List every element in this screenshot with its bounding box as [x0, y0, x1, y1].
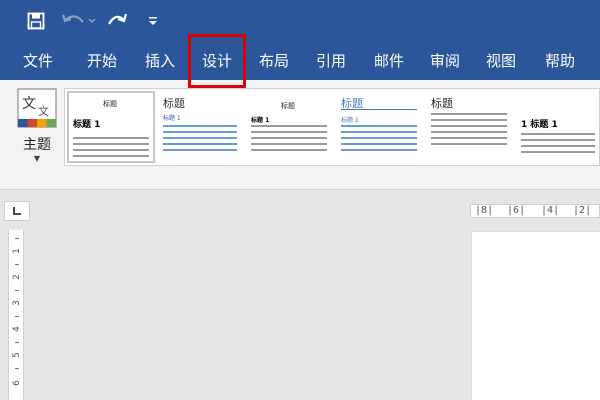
style-heading: 标题 1	[163, 115, 181, 122]
undo-icon	[62, 14, 96, 24]
tab-review[interactable]: 审阅	[416, 42, 474, 80]
style-set-item[interactable]: 标题 标题 1	[67, 91, 155, 163]
tab-selector[interactable]	[4, 201, 30, 221]
style-heading: 标题 1	[73, 120, 101, 130]
ribbon-design-panel: 文 文 主题 ▼ 标题 标题 1 标题 标题 1 标题 标题 1 标题 标题 1…	[0, 80, 600, 190]
tab-file[interactable]: 文件	[10, 42, 66, 80]
style-title: 标题	[103, 100, 117, 108]
tab-home[interactable]: 开始	[74, 42, 130, 80]
style-heading: 标题 1	[341, 117, 359, 124]
style-title: 标题	[431, 97, 453, 110]
save-button[interactable]	[24, 9, 48, 33]
svg-text:文: 文	[38, 104, 49, 118]
themes-button[interactable]: 文 文 主题 ▼	[14, 86, 60, 172]
tab-insert[interactable]: 插入	[132, 42, 188, 80]
customize-quick-access-button[interactable]	[144, 9, 162, 33]
vertical-ruler[interactable]: 1 2 3 4 5 6	[8, 230, 24, 400]
style-set-item[interactable]: 标题 标题 1	[337, 91, 423, 163]
style-set-item[interactable]: 标题 标题 1	[247, 91, 333, 163]
style-title: 标题	[281, 102, 295, 110]
document-page[interactable]	[472, 232, 600, 400]
themes-label: 主题	[23, 137, 51, 153]
themes-icon: 文 文	[17, 88, 57, 128]
tab-references[interactable]: 引用	[302, 42, 360, 80]
style-title: 标题	[163, 97, 185, 110]
tab-help[interactable]: 帮助	[530, 42, 590, 80]
left-tab-stop-icon	[13, 207, 21, 215]
chevron-down-icon: ▼	[33, 154, 41, 163]
undo-button[interactable]	[60, 9, 98, 33]
style-heading: 标题 1	[251, 117, 270, 124]
customize-quick-access-icon	[149, 17, 157, 25]
tab-view[interactable]: 视图	[472, 42, 530, 80]
svg-text:文: 文	[22, 96, 36, 112]
redo-icon	[108, 13, 128, 25]
redo-button[interactable]	[104, 9, 130, 33]
tab-mailings[interactable]: 邮件	[360, 42, 418, 80]
style-set-item[interactable]: 1 标题 1	[517, 91, 599, 163]
save-icon	[27, 12, 45, 30]
ribbon-tab-bar: 文件 开始 插入 设计 布局 引用 邮件 审阅 视图 帮助	[0, 42, 600, 80]
style-set-item[interactable]: 标题	[427, 91, 513, 163]
tab-design[interactable]: 设计	[190, 42, 244, 80]
style-set-item[interactable]: 标题 标题 1	[159, 91, 245, 163]
style-set-gallery: 标题 标题 1 标题 标题 1 标题 标题 1 标题 标题 1 标题 1 标题 …	[64, 88, 600, 166]
style-heading: 1 标题 1	[521, 120, 558, 130]
horizontal-ruler[interactable]: |8| |6| |4| |2|	[470, 204, 600, 218]
tab-layout[interactable]: 布局	[246, 42, 302, 80]
title-bar	[0, 0, 600, 42]
